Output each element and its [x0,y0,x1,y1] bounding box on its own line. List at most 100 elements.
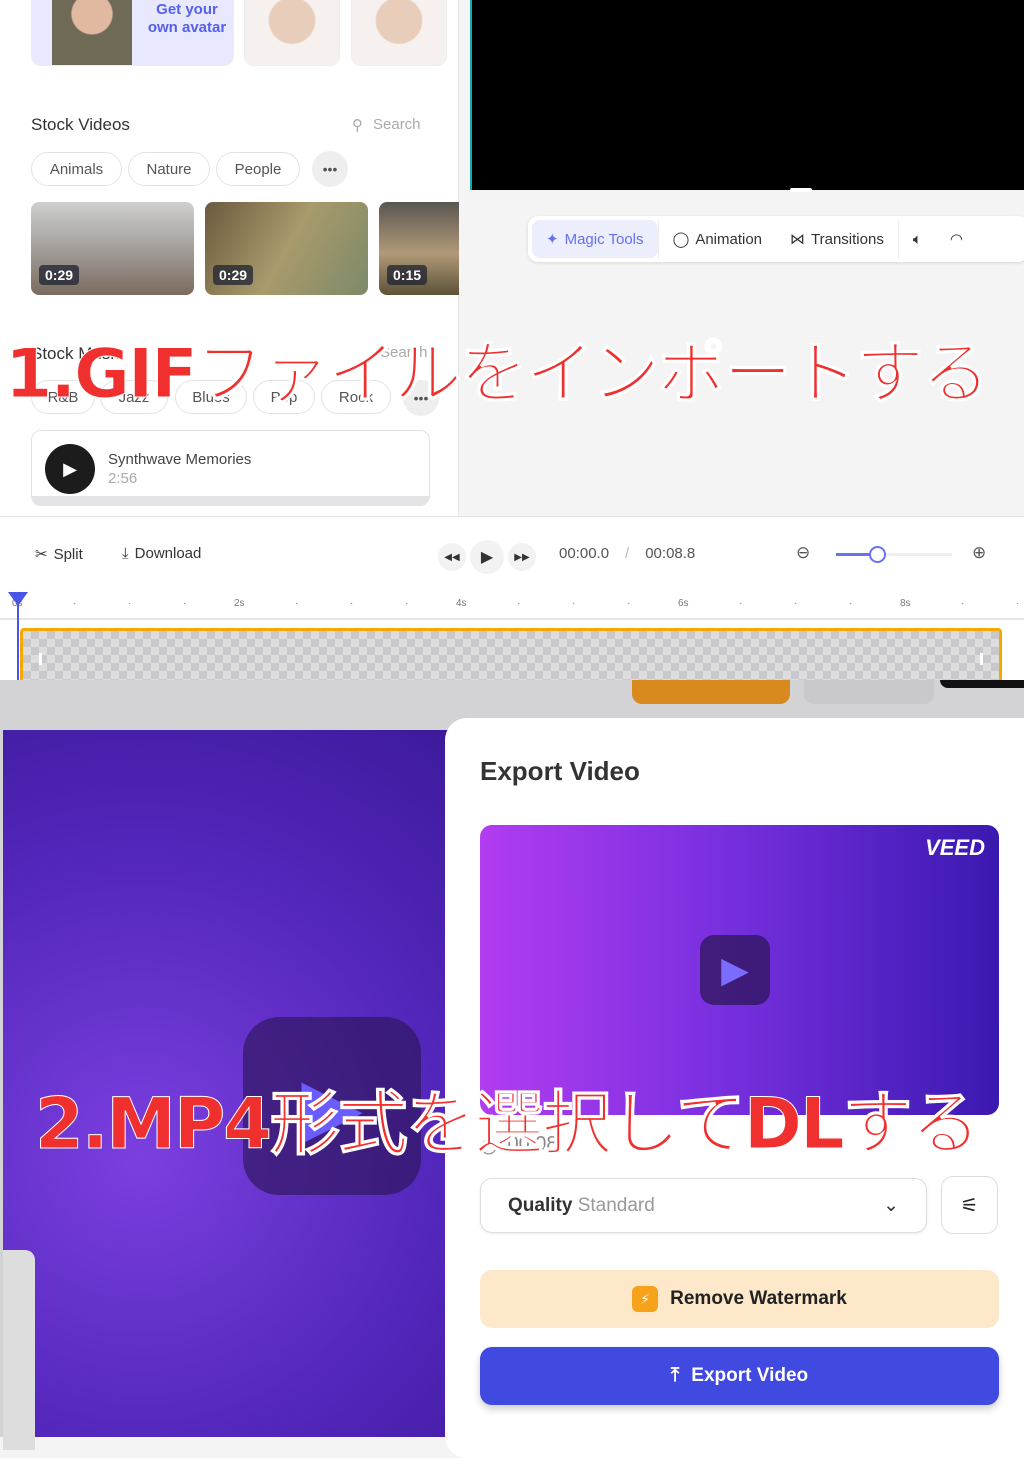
track-duration: 2:56 [108,470,138,487]
tab-label: Magic Tools [564,230,644,248]
zoom-slider-handle[interactable] [868,546,886,563]
ruler-minor-tick: · [517,598,521,609]
export-video-label: Export Video [691,1365,809,1386]
avatar-cta-line1: Get your [156,1,218,18]
gif-clip-track[interactable] [20,628,1002,688]
ruler-minor-tick: · [961,598,965,609]
clip-trim-handle-left[interactable] [39,653,42,665]
toolbar-button-dark[interactable] [940,680,1024,688]
tab-label: Transitions [811,230,884,248]
ruler-minor-tick: · [627,598,631,609]
video-preview-canvas[interactable] [470,0,1024,190]
tool-tabs: ✦ Magic Tools ◯ Animation ⋈ Transitions 🔈︎ … [528,216,1024,262]
total-time: 00:08.8 [645,545,696,562]
ruler-tick-label: 6s [678,598,689,609]
ruler-minor-tick: · [849,598,853,609]
avatar-card[interactable] [351,0,447,66]
ruler-minor-tick: · [183,598,187,609]
upgrade-button[interactable] [632,680,790,704]
video-duration: 0:29 [213,265,254,285]
ruler-minor-tick: · [405,598,409,609]
scissors-icon: ✂ [35,546,48,563]
download-icon: ⤓ [122,545,129,562]
step1-caption: 1.GIFファイルをインポートする [5,335,991,415]
lightning-icon: ⚡︎ [632,1286,659,1312]
ruler-tick-label: 4s [456,598,467,609]
quality-select[interactable]: Quality Standard ⌄ [480,1178,927,1233]
ruler-minor-tick: · [572,598,576,609]
ruler-tick-label: 2s [234,598,245,609]
play-button[interactable]: ▶ [470,540,504,574]
playhead-line [17,600,19,680]
ruler-minor-tick: · [739,598,743,609]
zoom-out-icon[interactable]: ⊖ [796,543,810,563]
stock-video-thumb[interactable]: 0:15 [379,202,459,295]
download-label: Download [134,545,202,562]
remove-watermark-label: Remove Watermark [670,1288,847,1309]
stock-video-thumb[interactable]: 0:29 [205,202,368,295]
sliders-icon: ⚟ [960,1194,979,1217]
filter-nature[interactable]: Nature [128,152,210,186]
filter-animals[interactable]: Animals [31,152,122,186]
split-label: Split [53,545,83,563]
sparkle-icon: ✦ [546,231,559,248]
play-icon[interactable]: ▶ [45,444,95,494]
veed-watermark: VEED [925,835,985,860]
chevron-down-icon: ⌄ [883,1195,899,1216]
zoom-in-icon[interactable]: ⊕ [972,543,986,563]
clip-trim-handle-right[interactable] [980,653,983,665]
stock-videos-search[interactable]: ⚲ Search [352,116,421,134]
ruler-divider [0,618,1024,620]
speed-button[interactable]: ◠ [936,220,977,258]
quality-value: Standard [577,1194,655,1216]
volume-icon: 🔈︎ [912,230,922,248]
search-icon: ⚲ [352,117,363,134]
video-duration: 0:15 [387,265,428,285]
download-button[interactable]: ⤓ Download [122,545,201,562]
time-separator: / [625,545,630,562]
tab-label: Animation [695,230,763,248]
avatar-card[interactable] [244,0,340,66]
current-time: 00:00.0 [559,545,610,562]
app-logo-icon: ▶ [700,935,770,1005]
split-button[interactable]: ✂ Split [35,545,83,564]
filter-people[interactable]: People [216,152,300,186]
export-video-button[interactable]: ⤒ Export Video [480,1347,999,1405]
toolbar-button[interactable] [804,680,934,704]
stock-videos-title: Stock Videos [31,115,130,134]
animation-icon: ◯ [672,231,690,248]
ruler-minor-tick: · [350,598,354,609]
remove-watermark-button[interactable]: ⚡︎ Remove Watermark [480,1270,999,1328]
quality-label: Quality [508,1194,573,1216]
export-modal-title: Export Video [480,756,640,786]
export-settings-button[interactable]: ⚟ [941,1176,998,1234]
ruler-minor-tick: · [128,598,132,609]
side-panel-edge [3,1250,35,1450]
media-panel: Get your own avatar Stock Videos ⚲ Search… [0,0,459,516]
video-duration: 0:29 [39,265,80,285]
track-title: Synthwave Memories [108,451,252,468]
ruler-minor-tick: · [73,598,77,609]
forward-button[interactable]: ▶▶ [508,543,536,571]
search-placeholder: Search [373,116,421,133]
speed-icon: ◠ [949,231,963,248]
more-filters-button[interactable]: ••• [312,151,348,187]
tab-magic-tools[interactable]: ✦ Magic Tools [532,220,658,258]
get-avatar-card[interactable]: Get your own avatar [31,0,234,66]
volume-button[interactable]: 🔈︎ [897,220,936,258]
ruler-minor-tick: · [1016,598,1020,609]
tab-animation[interactable]: ◯ Animation [657,220,777,258]
music-track-card[interactable]: ▶ Synthwave Memories 2:56 [31,430,430,506]
ruler-minor-tick: · [794,598,798,609]
zoom-slider[interactable] [836,546,952,563]
resize-handle[interactable] [790,188,812,192]
avatar-cta-line2: own avatar [147,19,227,36]
stock-video-thumb[interactable]: 0:29 [31,202,194,295]
upload-icon: ⤒ [670,1365,680,1386]
step2-caption: 2.MP4形式を選択してDLする [35,1083,982,1166]
transitions-icon: ⋈ [790,231,806,248]
avatar-face-image [52,0,132,65]
rewind-button[interactable]: ◀◀ [438,543,466,571]
ruler-minor-tick: · [295,598,299,609]
tab-transitions[interactable]: ⋈ Transitions [776,220,898,258]
